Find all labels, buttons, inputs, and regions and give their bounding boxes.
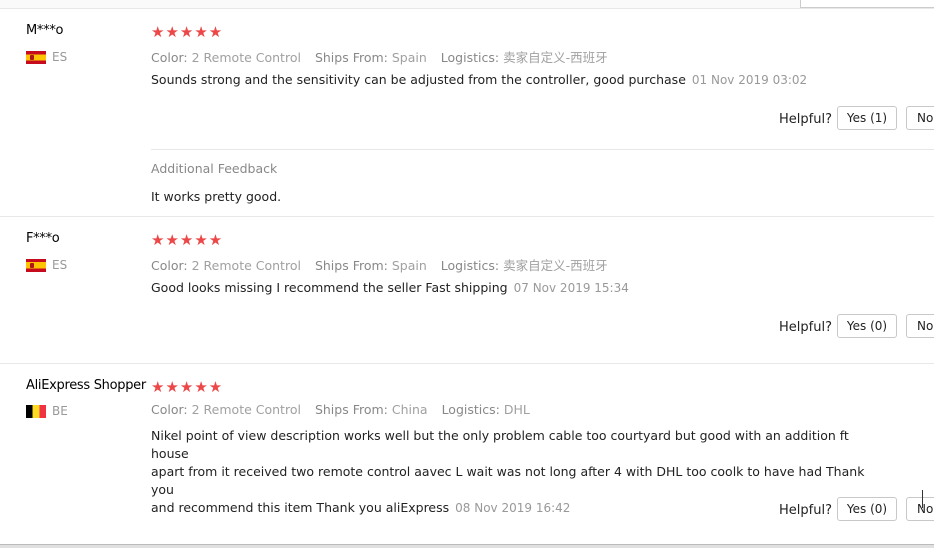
logistics-label: Logistics: bbox=[440, 258, 500, 273]
country-code: BE bbox=[52, 404, 68, 418]
logistics-value: 卖家自定义-西班牙 bbox=[503, 50, 608, 65]
ships-from-value: Spain bbox=[391, 50, 427, 65]
review-body: Good looks missing I recommend the selle… bbox=[151, 280, 508, 295]
helpful-yes-button[interactable]: Yes (0) bbox=[837, 314, 897, 338]
review-body-line: and recommend this item Thank you aliExp… bbox=[151, 500, 571, 515]
ships-from-label: Ships From: bbox=[314, 258, 388, 273]
additional-feedback-text: It works pretty good. bbox=[151, 189, 282, 204]
review-attributes: Color: 2 Remote Control Ships From: Spai… bbox=[151, 255, 618, 274]
reviewer-country: BE bbox=[26, 404, 68, 418]
helpful-yes-button[interactable]: Yes (0) bbox=[837, 497, 897, 521]
review-divider bbox=[0, 216, 934, 217]
logistics-label: Logistics: bbox=[440, 50, 500, 65]
logistics-value: DHL bbox=[503, 402, 530, 417]
text-cursor bbox=[922, 490, 923, 508]
belgium-flag-icon bbox=[26, 404, 46, 418]
review-divider bbox=[0, 363, 934, 364]
review-body: Sounds strong and the sensitivity can be… bbox=[151, 72, 686, 87]
review-attributes: Color: 2 Remote Control Ships From: Spai… bbox=[151, 47, 618, 66]
review-text: Sounds strong and the sensitivity can be… bbox=[151, 71, 807, 89]
feedback-divider bbox=[151, 149, 934, 150]
ships-from-label: Ships From: bbox=[314, 50, 388, 65]
helpful-yes-button[interactable]: Yes (1) bbox=[837, 106, 897, 130]
color-label: Color: bbox=[151, 50, 188, 65]
logistics-label: Logistics: bbox=[441, 402, 500, 417]
ships-from-label: Ships From: bbox=[314, 402, 388, 417]
color-value: 2 Remote Control bbox=[191, 402, 301, 417]
ships-from-value: China bbox=[391, 402, 428, 417]
review-body-line: apart from it received two remote contro… bbox=[151, 464, 865, 497]
logistics-value: 卖家自定义-西班牙 bbox=[503, 258, 608, 273]
helpful-no-button[interactable]: No bbox=[906, 314, 934, 338]
star-rating: ★★★★★ bbox=[151, 23, 224, 41]
color-value: 2 Remote Control bbox=[191, 258, 301, 273]
helpful-label: Helpful? bbox=[779, 320, 832, 335]
star-rating: ★★★★★ bbox=[151, 378, 224, 396]
country-code: ES bbox=[52, 258, 68, 272]
reviewer-name: F***o bbox=[26, 231, 60, 246]
color-value: 2 Remote Control bbox=[191, 50, 301, 65]
reviewer-name: AliExpress Shopper bbox=[26, 378, 146, 393]
star-rating: ★★★★★ bbox=[151, 231, 224, 249]
review-date: 08 Nov 2019 16:42 bbox=[455, 501, 571, 515]
reviewer-country: ES bbox=[26, 258, 67, 272]
review-text: Nikel point of view description works we… bbox=[151, 427, 871, 517]
spain-flag-icon bbox=[26, 258, 46, 272]
review-attributes: Color: 2 Remote Control Ships From: Chin… bbox=[151, 402, 540, 417]
bottom-edge bbox=[0, 544, 934, 548]
review-date: 07 Nov 2019 15:34 bbox=[513, 281, 629, 295]
review-date: 01 Nov 2019 03:02 bbox=[691, 73, 808, 87]
top-input-edge bbox=[800, 0, 934, 8]
review-text: Good looks missing I recommend the selle… bbox=[151, 279, 629, 297]
additional-feedback-title: Additional Feedback bbox=[151, 161, 278, 176]
reviewer-name: M***o bbox=[26, 23, 64, 38]
country-code: ES bbox=[52, 50, 68, 64]
helpful-no-button[interactable]: No bbox=[906, 106, 934, 130]
ships-from-value: Spain bbox=[391, 258, 427, 273]
spain-flag-icon bbox=[26, 50, 46, 64]
helpful-label: Helpful? bbox=[779, 503, 832, 518]
color-label: Color: bbox=[151, 258, 188, 273]
helpful-no-button[interactable]: No bbox=[906, 497, 934, 521]
top-toolbar-edge bbox=[0, 0, 934, 9]
color-label: Color: bbox=[151, 402, 188, 417]
helpful-label: Helpful? bbox=[779, 112, 832, 127]
reviewer-country: ES bbox=[26, 50, 67, 64]
review-body-line: Nikel point of view description works we… bbox=[151, 428, 849, 461]
